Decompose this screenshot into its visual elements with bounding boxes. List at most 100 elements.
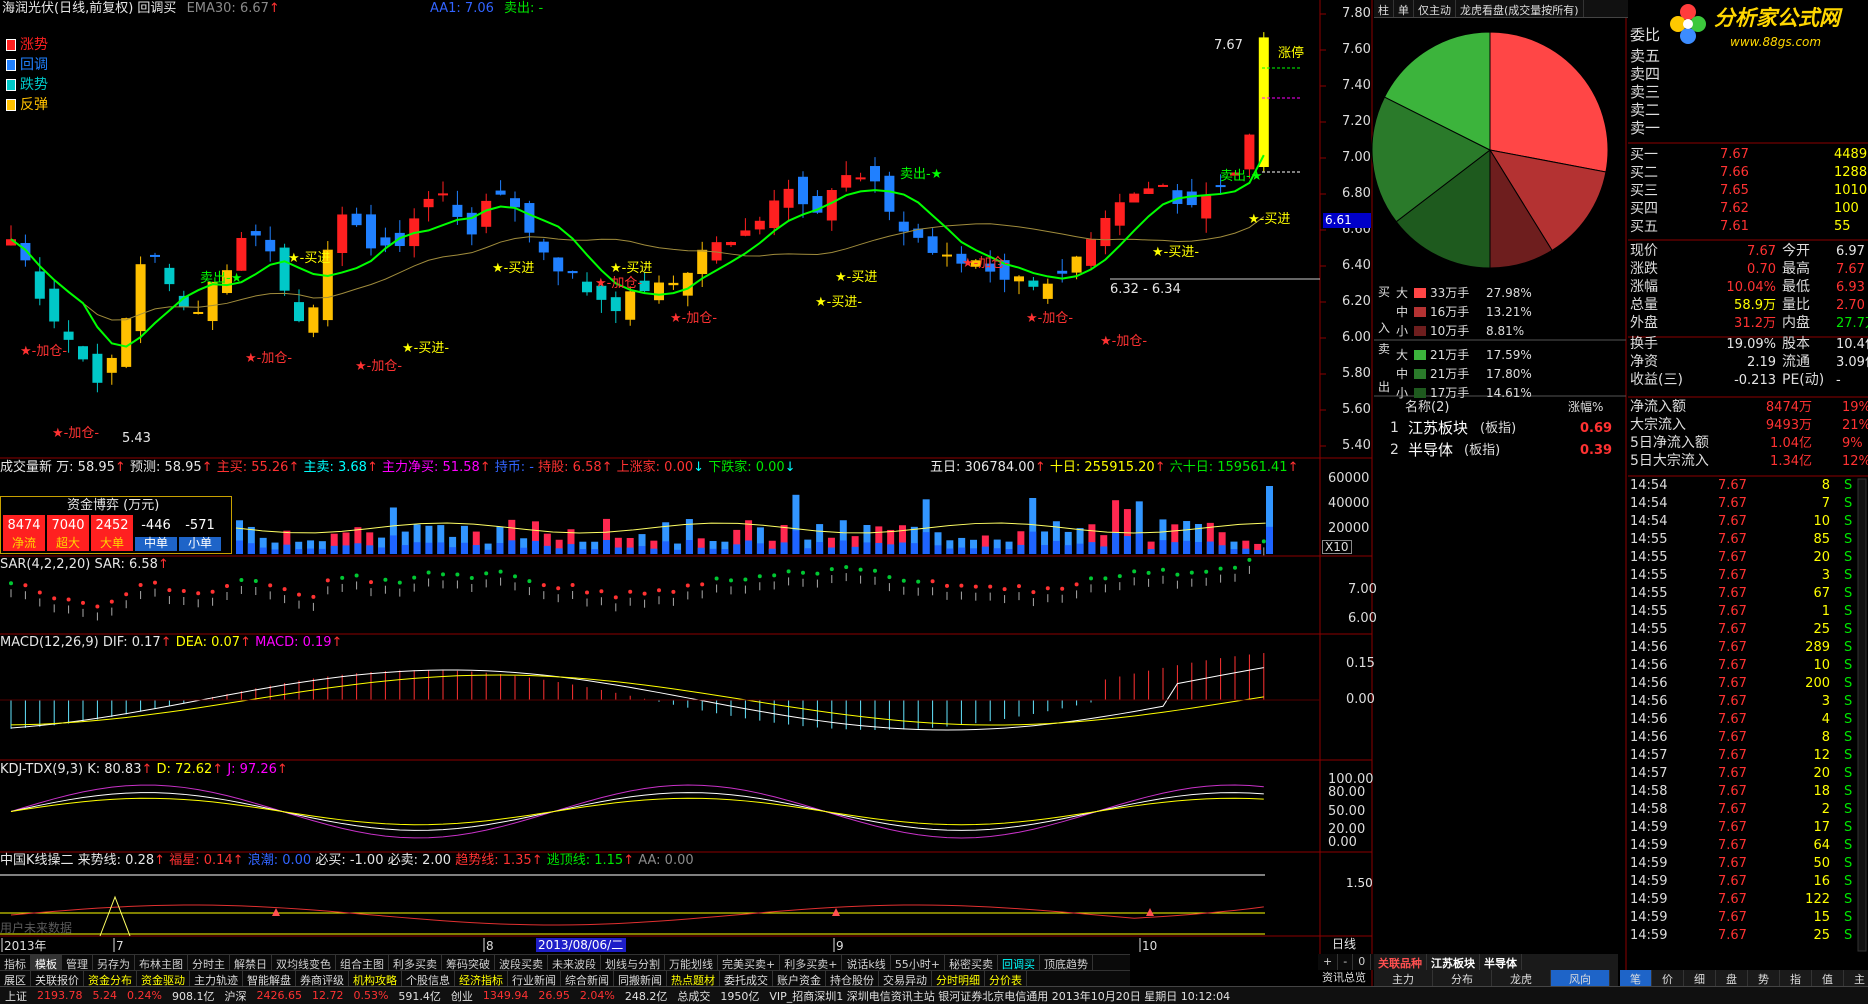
indicator-tab[interactable]: 双均线变色 xyxy=(272,955,336,971)
info-tab[interactable]: 展区 xyxy=(0,971,31,987)
info-tab[interactable]: 持仓股份 xyxy=(826,971,879,987)
indicator-tab[interactable]: 利多买卖+ xyxy=(780,955,843,971)
quote-label: 最高 xyxy=(1782,261,1810,277)
tick-tab[interactable]: 值 xyxy=(1812,970,1844,986)
indicator-tab[interactable]: 分时主 xyxy=(188,955,230,971)
panel-tab[interactable]: 单 xyxy=(1394,0,1414,17)
indicator-tab[interactable]: 另存为 xyxy=(93,955,135,971)
zoom-button[interactable]: - xyxy=(1338,954,1354,970)
quote-value: 58.9万 xyxy=(1734,298,1776,313)
indicator-tab[interactable]: 未来波段 xyxy=(548,955,601,971)
date-tick: 10 xyxy=(1142,939,1158,953)
period-label[interactable]: 日线 xyxy=(1332,938,1356,950)
info-tab[interactable]: 行业新闻 xyxy=(508,971,561,987)
zoom-button[interactable]: + xyxy=(1318,954,1339,970)
indicator-tab[interactable]: 顶底趋势 xyxy=(1040,955,1094,971)
indicator-tab[interactable]: 布林主图 xyxy=(135,955,188,971)
candle-body xyxy=(1186,191,1197,206)
tick-tab[interactable]: 笔 xyxy=(1620,970,1652,986)
info-tab[interactable]: 主力轨迹 xyxy=(190,971,243,987)
tick-time: 14:54 xyxy=(1630,514,1668,529)
info-tab[interactable]: 资金分布 xyxy=(84,971,137,987)
info-tab[interactable]: 分价表 xyxy=(985,971,1027,987)
sar-dot xyxy=(1060,586,1065,591)
candle-body xyxy=(423,198,434,208)
status-item: 上证 xyxy=(5,989,27,1003)
sector-name[interactable]: 江苏板块 xyxy=(1408,421,1468,436)
fund-label: 净流 xyxy=(3,537,45,551)
info-overview-tab[interactable]: 资讯总览 xyxy=(1322,972,1366,983)
indicator-tab[interactable]: 划线与分割 xyxy=(601,955,665,971)
tick-volume: 17 xyxy=(1813,820,1830,835)
candle-body xyxy=(135,264,146,332)
info-tab[interactable]: 账户资金 xyxy=(773,971,826,987)
indicator-tab[interactable]: 回调买 xyxy=(998,955,1041,971)
info-tab[interactable]: 券商评级 xyxy=(296,971,349,987)
indicator-tab[interactable]: 秘密买卖 xyxy=(945,955,999,971)
tick-tab[interactable]: 主 xyxy=(1844,970,1868,986)
indicator-tab[interactable]: 解禁日 xyxy=(230,955,272,971)
info-tab[interactable]: 交易异动 xyxy=(879,971,932,987)
tick-tab[interactable]: 价 xyxy=(1652,970,1684,986)
info-tab[interactable]: 综合新闻 xyxy=(561,971,614,987)
volume-bar-lower xyxy=(1041,544,1049,554)
info-tab[interactable]: 个股信息 xyxy=(402,971,455,987)
quote-label: 内盘 xyxy=(1782,315,1810,331)
zoom-button[interactable]: 0 xyxy=(1353,954,1372,970)
tick-tab[interactable]: 指 xyxy=(1780,970,1812,986)
panel-tab[interactable]: 仅主动 xyxy=(1414,0,1456,17)
tick-side: S xyxy=(1844,550,1853,565)
info-tab[interactable]: 热点题材 xyxy=(667,971,720,987)
indicator-tab[interactable]: 说话k线 xyxy=(842,955,891,971)
info-tab[interactable]: 关联报价 xyxy=(31,971,84,987)
info-tab[interactable]: 同搬新闻 xyxy=(614,971,667,987)
quote-value: 0.70 xyxy=(1747,262,1776,277)
kdj-tick: 50.00 xyxy=(1328,803,1366,819)
indicator-tab[interactable]: 55小时+ xyxy=(891,955,946,971)
tick-tab[interactable]: 势 xyxy=(1748,970,1780,986)
related-tab-2[interactable]: 龙虎 xyxy=(1492,970,1551,986)
info-tab[interactable]: 智能解盘 xyxy=(243,971,296,987)
volume-bar-lower xyxy=(354,543,362,554)
info-tab[interactable]: 经济指标 xyxy=(455,971,508,987)
tick-price: 7.67 xyxy=(1718,694,1747,709)
tick-side: S xyxy=(1844,802,1853,817)
high-label: 7.67 xyxy=(1214,38,1243,53)
info-tab[interactable]: 机构攻略 xyxy=(349,971,402,987)
indicator-tab[interactable]: 组合主图 xyxy=(336,955,389,971)
panel-tab[interactable]: 龙虎看盘(成交量按所有) xyxy=(1456,0,1584,17)
tick-tab[interactable]: 盘 xyxy=(1716,970,1748,986)
flow-swatch xyxy=(1414,388,1426,398)
indicator-tab[interactable]: 管理 xyxy=(62,955,93,971)
related-tab-2[interactable]: 分布 xyxy=(1433,970,1492,986)
bid-label: 买四 xyxy=(1630,201,1658,217)
volume-bar-lower xyxy=(1123,536,1131,554)
fund-label: 超大 xyxy=(47,537,89,551)
related-tab[interactable]: 关联品种 xyxy=(1374,954,1427,970)
related-tab[interactable]: 半导体 xyxy=(1480,954,1522,970)
indicator-tab[interactable]: 模板 xyxy=(31,955,62,971)
panel-tab[interactable]: 柱 xyxy=(1374,0,1394,17)
related-tab-2[interactable]: 风向 xyxy=(1551,970,1610,986)
indicator-tab[interactable]: 指标 xyxy=(0,955,31,971)
info-tab[interactable]: 分时明细 xyxy=(932,971,985,987)
chn-spike xyxy=(99,895,131,937)
tick-price: 7.67 xyxy=(1718,586,1747,601)
flow-side-label: 买 xyxy=(1378,285,1391,299)
candle-body xyxy=(582,281,592,293)
indicator-tab[interactable]: 万能划线 xyxy=(665,955,718,971)
flow-percent: 27.98% xyxy=(1486,286,1532,300)
related-tabs: 关联品种 江苏板块 半导体 xyxy=(1374,954,1618,970)
info-tab[interactable]: 资金驱动 xyxy=(137,971,190,987)
related-tab-2[interactable]: 主力 xyxy=(1374,970,1433,986)
related-tab[interactable]: 江苏板块 xyxy=(1427,954,1480,970)
indicator-tab[interactable]: 利多买卖 xyxy=(389,955,442,971)
sector-name[interactable]: 半导体 xyxy=(1408,443,1453,458)
tick-tab[interactable]: 细 xyxy=(1684,970,1716,986)
sar-dot xyxy=(772,573,777,578)
indicator-tab[interactable]: 完美买卖+ xyxy=(718,955,781,971)
indicator-tab[interactable]: 波段买卖 xyxy=(495,955,548,971)
indicator-tab[interactable]: 筹码突破 xyxy=(442,955,495,971)
sar-dot xyxy=(138,583,143,588)
info-tab[interactable]: 委托成交 xyxy=(720,971,773,987)
